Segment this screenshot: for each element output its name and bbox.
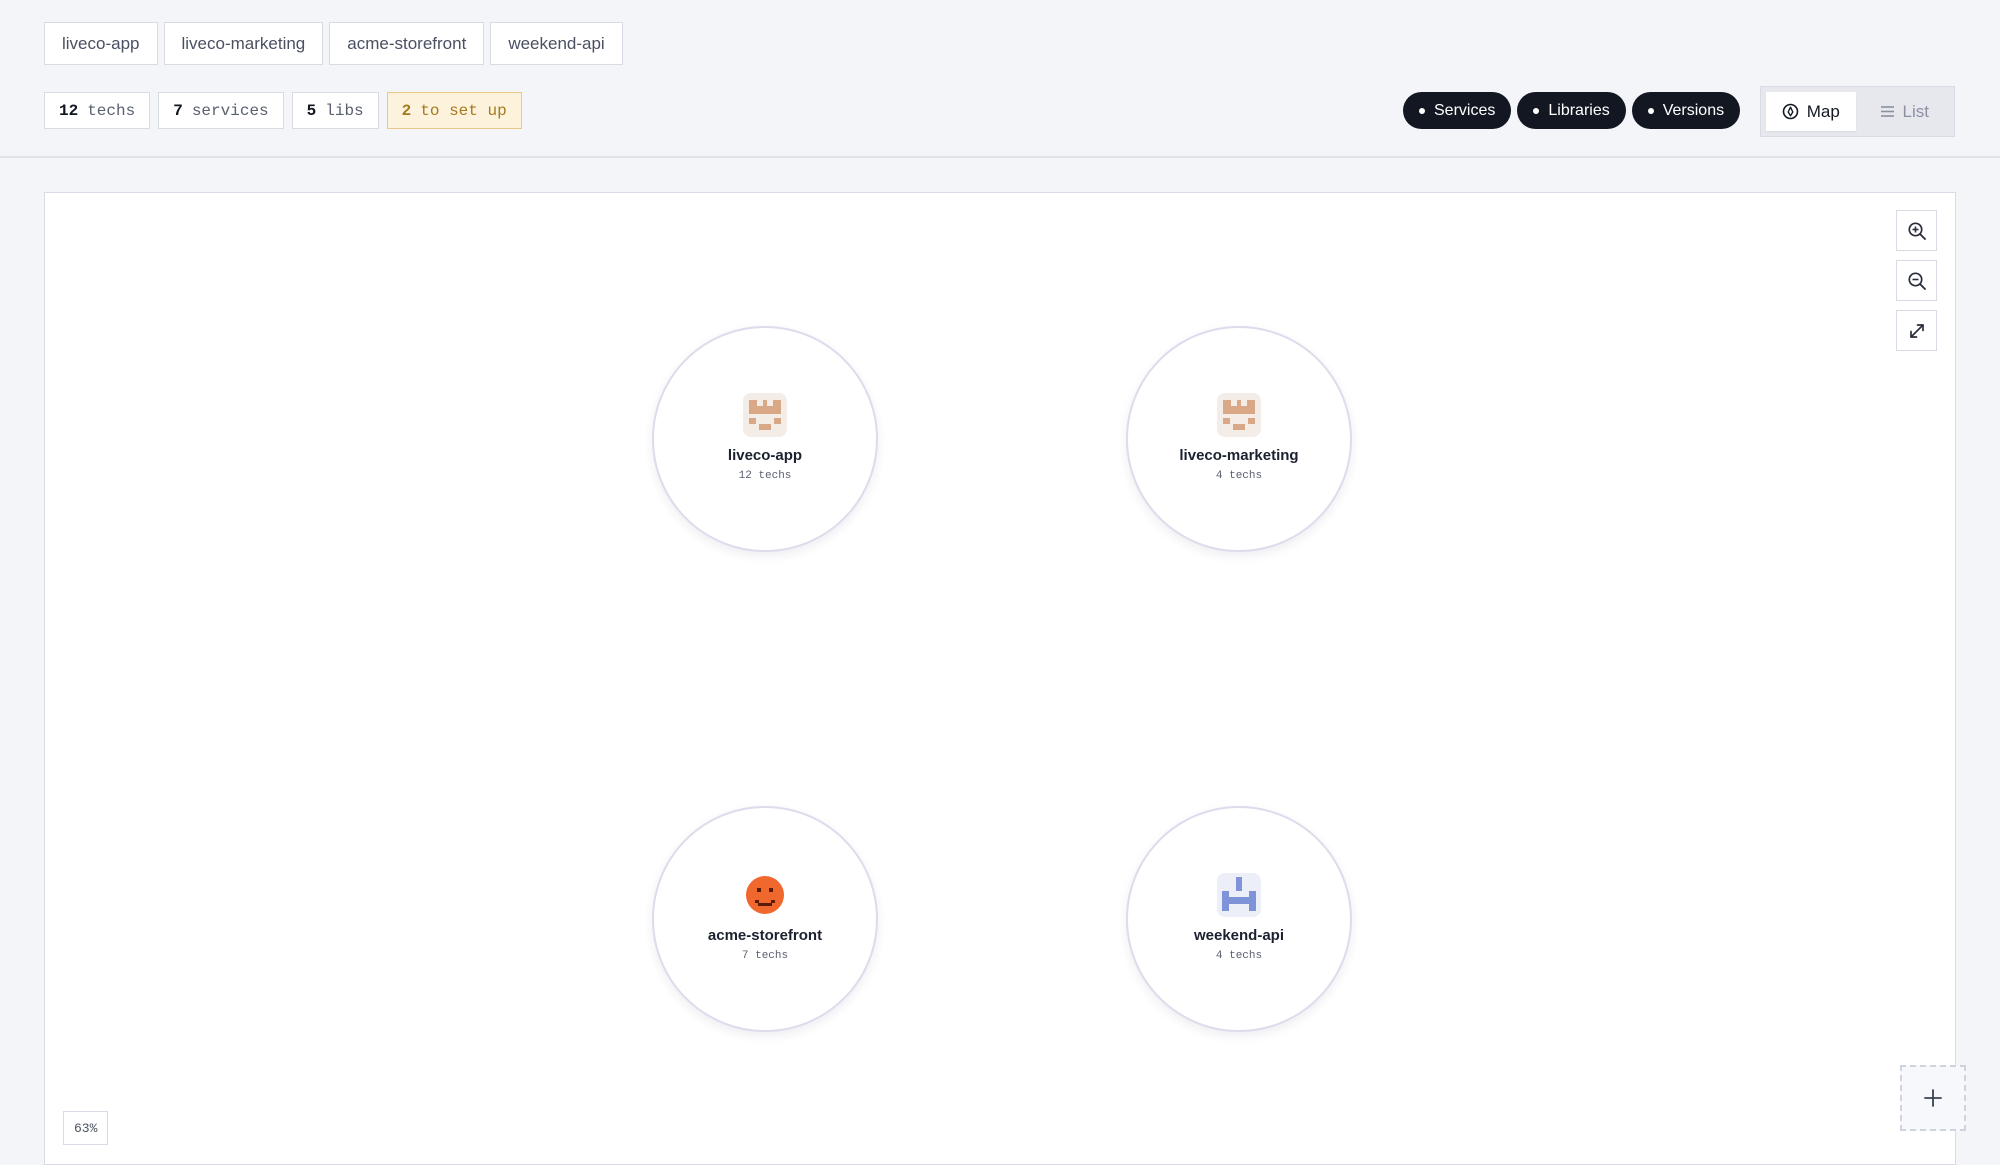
map-canvas[interactable]: liveco-app 12 techs liveco-marketing 4 t…	[44, 192, 1956, 1165]
node-tech-count: 4 techs	[1215, 949, 1263, 962]
node-tech-count: 4 techs	[1215, 469, 1263, 482]
top-bar: liveco-app liveco-marketing acme-storefr…	[0, 0, 2000, 158]
orange-face-avatar-icon	[746, 875, 784, 914]
zoom-level-indicator: 63%	[63, 1111, 109, 1145]
stat-setup-label: to set up	[420, 101, 507, 120]
map-pin-icon	[1782, 103, 1799, 120]
stat-services-label: services	[191, 101, 269, 120]
filter-versions[interactable]: Versions	[1631, 92, 1741, 129]
project-tab-liveco-marketing[interactable]: liveco-marketing	[163, 22, 324, 65]
zoom-out-button[interactable]	[1896, 260, 1937, 301]
project-tab-weekend-api[interactable]: weekend-api	[490, 22, 623, 65]
fullscreen-button[interactable]	[1896, 310, 1937, 351]
pixel-box-avatar-icon	[743, 392, 787, 437]
stat-setup-badge[interactable]: 2 to set up	[386, 92, 522, 129]
stat-services: 7 services	[158, 92, 284, 129]
zoom-in-button[interactable]	[1896, 210, 1937, 251]
blue-pixel-avatar-icon	[1217, 872, 1261, 917]
node-tech-count: 7 techs	[741, 949, 789, 962]
filter-libraries[interactable]: Libraries	[1517, 92, 1626, 129]
node-weekend-api[interactable]: weekend-api 4 techs	[1126, 806, 1352, 1032]
node-acme-storefront[interactable]: acme-storefront 7 techs	[652, 806, 878, 1032]
expand-icon	[1909, 323, 1924, 338]
stat-libs-label: libs	[325, 101, 364, 120]
filter-services-label: Services	[1434, 101, 1496, 119]
pixel-box-avatar-icon	[1217, 392, 1261, 437]
plus-icon	[1924, 1089, 1942, 1107]
filter-versions-label: Versions	[1662, 101, 1725, 119]
view-map-label: Map	[1806, 101, 1840, 121]
filter-dot-icon	[1533, 107, 1540, 114]
node-name: liveco-marketing	[1179, 446, 1299, 464]
node-liveco-app[interactable]: liveco-app 12 techs	[652, 326, 878, 552]
project-tab-liveco-app[interactable]: liveco-app	[44, 22, 158, 65]
view-map-button[interactable]: Map	[1766, 92, 1856, 131]
project-tab-acme-storefront[interactable]: acme-storefront	[329, 22, 485, 65]
filter-libraries-label: Libraries	[1548, 101, 1610, 119]
node-name: liveco-app	[727, 446, 803, 464]
view-toggle: Map List	[1760, 86, 1955, 137]
filter-dot-icon	[1419, 107, 1425, 114]
node-name: acme-storefront	[707, 926, 823, 944]
filter-pills: Services Libraries Versions	[1403, 92, 1741, 129]
view-list-button[interactable]: List	[1860, 92, 1950, 131]
project-tabs: liveco-app liveco-marketing acme-storefr…	[44, 22, 623, 65]
stat-libs-count: 5	[306, 101, 317, 120]
filter-services[interactable]: Services	[1403, 92, 1512, 129]
stat-services-count: 7	[173, 101, 183, 120]
filter-dot-icon	[1647, 107, 1654, 114]
view-list-label: List	[1902, 101, 1929, 121]
node-tech-count: 12 techs	[738, 469, 792, 482]
list-icon	[1880, 105, 1895, 118]
stats-bar: 12 techs 7 services 5 libs 2 to set up	[44, 92, 522, 129]
node-name: weekend-api	[1193, 926, 1285, 944]
stat-techs-label: techs	[87, 101, 136, 120]
node-liveco-marketing[interactable]: liveco-marketing 4 techs	[1126, 326, 1352, 552]
stat-setup-count: 2	[401, 101, 412, 120]
add-node-button[interactable]	[1900, 1065, 1966, 1131]
stat-libs: 5 libs	[291, 92, 379, 129]
zoom-in-icon	[1907, 221, 1926, 240]
stat-techs: 12 techs	[44, 92, 151, 129]
stat-techs-count: 12	[59, 101, 79, 120]
zoom-out-icon	[1907, 271, 1926, 290]
